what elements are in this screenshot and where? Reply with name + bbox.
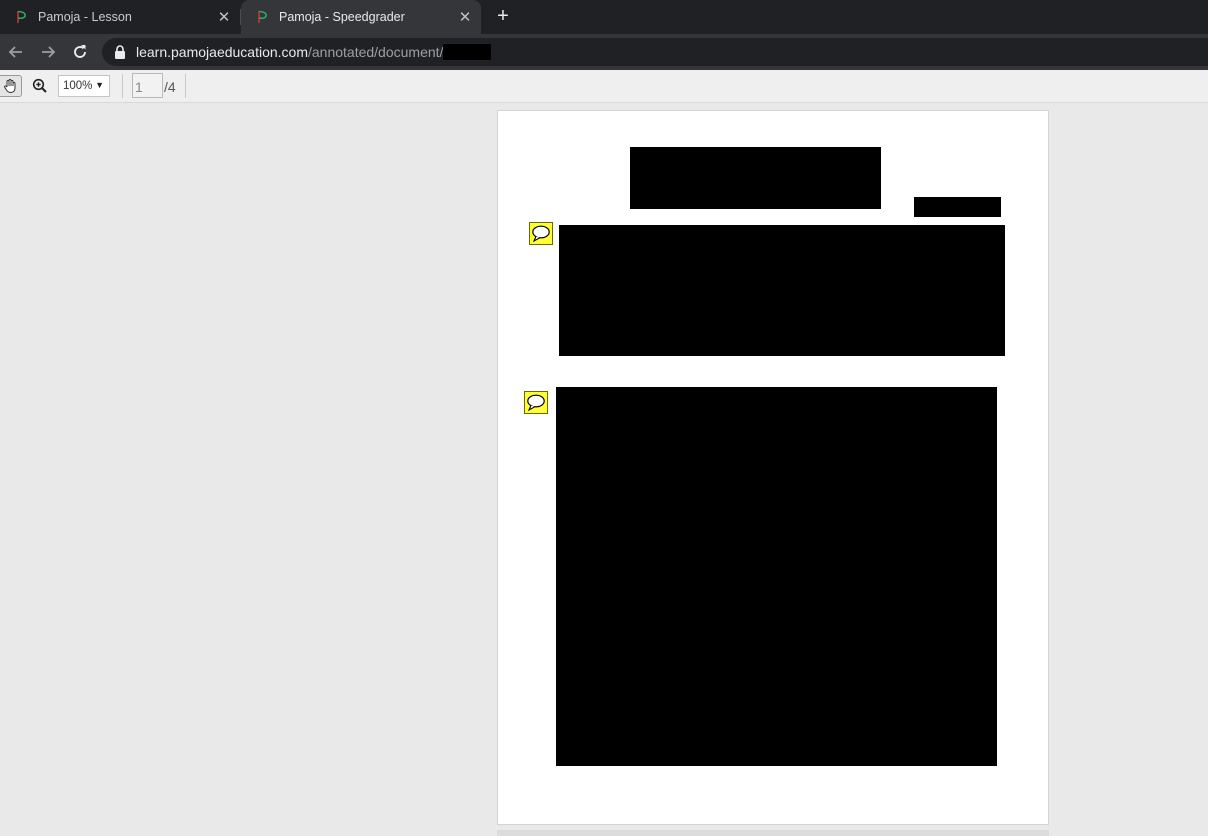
new-tab-button[interactable]: + (493, 6, 513, 27)
next-page-edge (497, 830, 1049, 836)
hand-icon (4, 79, 16, 94)
tab-title: Pamoja - Speedgrader (279, 10, 405, 24)
lock-icon (115, 45, 125, 59)
reload-icon (74, 45, 86, 58)
zoom-select[interactable]: 100% ▼ (58, 75, 110, 97)
pan-tool-button[interactable] (0, 75, 22, 97)
redacted-text-block (556, 387, 997, 766)
url-redaction (443, 44, 492, 60)
browser-toolbar: learn.pamojaeducation.com/annotated/docu… (0, 34, 1208, 70)
url-path: /annotated/document/ (308, 44, 444, 60)
page-count: /4 (164, 79, 176, 95)
redacted-text-block (559, 225, 1005, 356)
zoom-in-icon (32, 78, 47, 93)
comment-annotation-icon[interactable] (524, 391, 548, 414)
tab-pamoja-speedgrader[interactable]: Pamoja - Speedgrader ✕ (241, 0, 481, 34)
document-viewport[interactable] (0, 103, 1208, 836)
arrow-right-icon (42, 46, 56, 58)
close-tab-icon[interactable]: ✕ (457, 9, 473, 26)
document-viewer-toolbar: 100% ▼ 1 /4 (0, 70, 1208, 103)
speech-bubble-icon (527, 394, 545, 412)
document-page (497, 110, 1049, 825)
tab-pamoja-lesson[interactable]: Pamoja - Lesson ✕ (0, 0, 240, 34)
url-host: learn.pamojaeducation.com (136, 44, 308, 60)
redacted-title (630, 147, 881, 209)
page-number-input[interactable]: 1 (132, 73, 163, 98)
redacted-header-info (914, 197, 1001, 217)
pamoja-logo-icon (15, 10, 29, 24)
reload-button[interactable] (70, 42, 90, 62)
close-tab-icon[interactable]: ✕ (216, 9, 232, 26)
comment-annotation-icon[interactable] (529, 222, 553, 245)
pamoja-logo-icon (256, 10, 270, 24)
tab-title: Pamoja - Lesson (38, 10, 132, 24)
toolbar-divider (122, 74, 123, 98)
arrow-left-icon (8, 46, 22, 58)
back-button[interactable] (6, 42, 26, 62)
browser-tab-strip: Pamoja - Lesson ✕ Pamoja - Speedgrader ✕… (0, 0, 1208, 34)
forward-button[interactable] (38, 42, 58, 62)
address-bar[interactable]: learn.pamojaeducation.com/annotated/docu… (102, 38, 1208, 66)
toolbar-divider (185, 74, 186, 98)
speech-bubble-icon (532, 225, 550, 243)
zoom-value: 100% (63, 80, 93, 92)
zoom-in-button[interactable] (31, 77, 49, 95)
url-text: learn.pamojaeducation.com/annotated/docu… (136, 44, 492, 60)
chevron-down-icon: ▼ (95, 80, 104, 90)
